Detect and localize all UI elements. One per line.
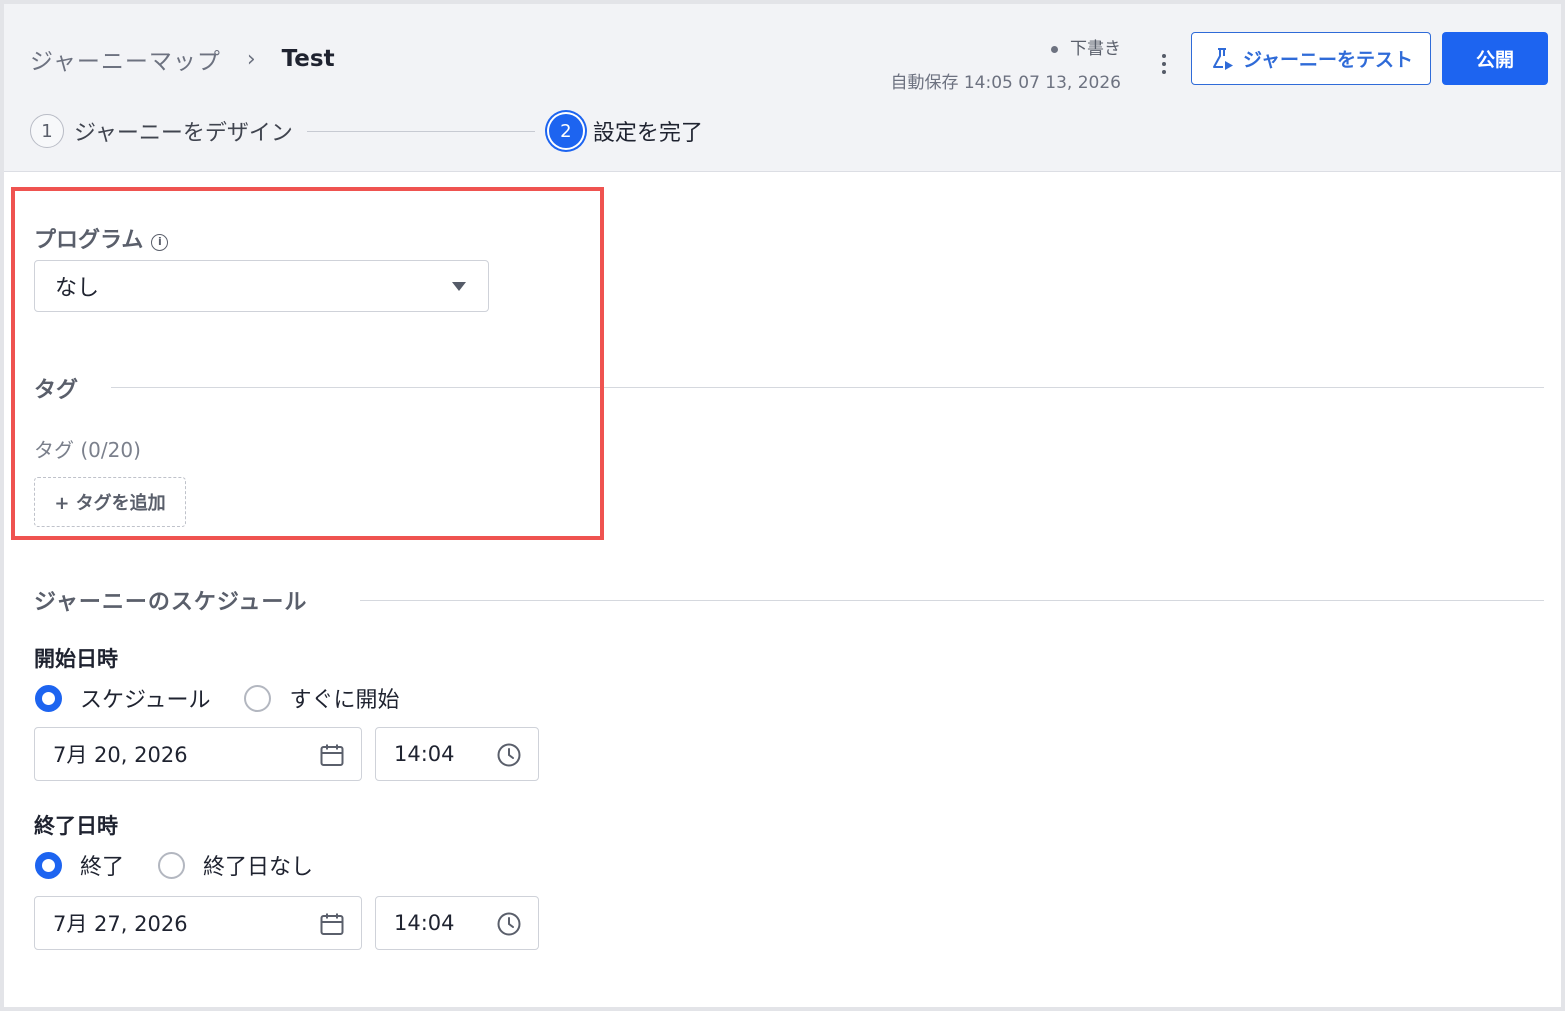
test-journey-button[interactable]: ジャーニーをテスト (1191, 32, 1431, 85)
clock-icon[interactable] (496, 742, 522, 768)
end-radio-group: 終了 終了日なし (35, 849, 347, 881)
breadcrumb: ジャーニーマップ › Test (30, 42, 335, 76)
radio-schedule-label[interactable]: スケジュール (80, 682, 210, 714)
radio-no-end[interactable] (158, 851, 186, 879)
schedule-section-title: ジャーニーのスケジュール (34, 590, 308, 615)
step-settings[interactable]: 2 設定を完了 (548, 114, 703, 148)
end-datetime-title: 終了日時 (34, 814, 118, 838)
start-time-value: 14:04 (394, 742, 455, 766)
step-label: ジャーニーをデザイン (74, 121, 293, 146)
start-datetime-title: 開始日時 (34, 647, 118, 671)
start-radio-group: スケジュール すぐに開始 (35, 682, 433, 714)
highlight-box (11, 187, 604, 540)
header-bar: ジャーニーマップ › Test 下書き 自動保存 14:05 07 13, 20… (4, 4, 1561, 172)
save-status: 下書き 自動保存 14:05 07 13, 2026 (890, 32, 1121, 100)
draft-dot-icon (1051, 45, 1058, 53)
radio-no-end-label[interactable]: 終了日なし (203, 849, 313, 881)
end-time-input[interactable]: 14:04 (375, 896, 539, 950)
test-journey-label: ジャーニーをテスト (1242, 49, 1414, 71)
end-date-value: 7月 27, 2026 (53, 912, 188, 936)
clock-icon[interactable] (496, 911, 522, 937)
draft-status: 下書き (1070, 39, 1121, 59)
autosave-time: 自動保存 14:05 07 13, 2026 (890, 73, 1121, 93)
radio-end[interactable] (35, 851, 62, 879)
radio-start-now[interactable] (244, 684, 272, 712)
end-date-input[interactable]: 7月 27, 2026 (34, 896, 362, 950)
radio-start-now-label[interactable]: すぐに開始 (289, 682, 399, 714)
publish-button[interactable]: 公開 (1442, 32, 1548, 85)
schedule-divider (360, 600, 1544, 601)
radio-end-label[interactable]: 終了 (80, 849, 124, 881)
step-number: 2 (548, 114, 583, 148)
more-options-icon[interactable] (1154, 44, 1174, 84)
stepper: 1 ジャーニーをデザイン 2 設定を完了 (30, 114, 703, 148)
radio-schedule[interactable] (35, 684, 62, 712)
step-design[interactable]: 1 ジャーニーをデザイン (30, 114, 293, 148)
calendar-icon[interactable] (319, 911, 345, 937)
start-date-value: 7月 20, 2026 (53, 743, 188, 767)
calendar-icon[interactable] (319, 742, 345, 768)
step-connector (306, 130, 535, 132)
breadcrumb-journey-map[interactable]: ジャーニーマップ (30, 42, 221, 76)
step-label: 設定を完了 (592, 121, 703, 146)
breadcrumb-current: Test (281, 46, 335, 72)
chevron-right-icon: › (246, 46, 256, 72)
flask-icon (1212, 47, 1233, 70)
start-date-input[interactable]: 7月 20, 2026 (34, 727, 362, 781)
start-time-input[interactable]: 14:04 (375, 727, 539, 781)
app-window: ジャーニーマップ › Test 下書き 自動保存 14:05 07 13, 20… (0, 0, 1565, 1011)
step-number: 1 (30, 114, 64, 148)
end-time-value: 14:04 (394, 911, 455, 935)
